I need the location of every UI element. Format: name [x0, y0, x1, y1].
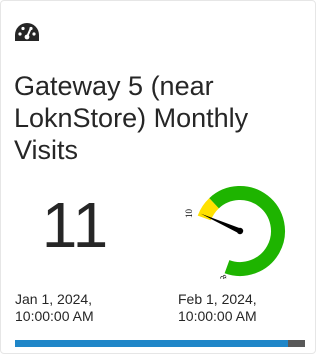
gauge-green-band: [209, 186, 285, 276]
time-progress-fill: [15, 340, 288, 347]
gauge-chart: 10 80: [184, 186, 285, 279]
gauge-min-label: 10: [184, 209, 194, 219]
visits-card: Gateway 5 (near LoknStore) Monthly Visit…: [0, 0, 316, 354]
end-date-text: Feb 1, 2024, 10:00:00 AM: [178, 291, 257, 324]
end-date: Feb 1, 2024, 10:00:00 AM: [178, 291, 257, 325]
gauge-hub: [236, 227, 244, 235]
visit-count: 11: [41, 189, 109, 261]
time-progress-bar: [15, 340, 305, 347]
dashboard-gauge-icon: [15, 23, 39, 41]
card-title: Gateway 5 (near LoknStore) Monthly Visit…: [14, 71, 249, 165]
start-date-text: Jan 1, 2024, 10:00:00 AM: [15, 291, 94, 324]
start-date: Jan 1, 2024, 10:00:00 AM: [15, 291, 94, 325]
gauge-needle: [200, 213, 242, 234]
